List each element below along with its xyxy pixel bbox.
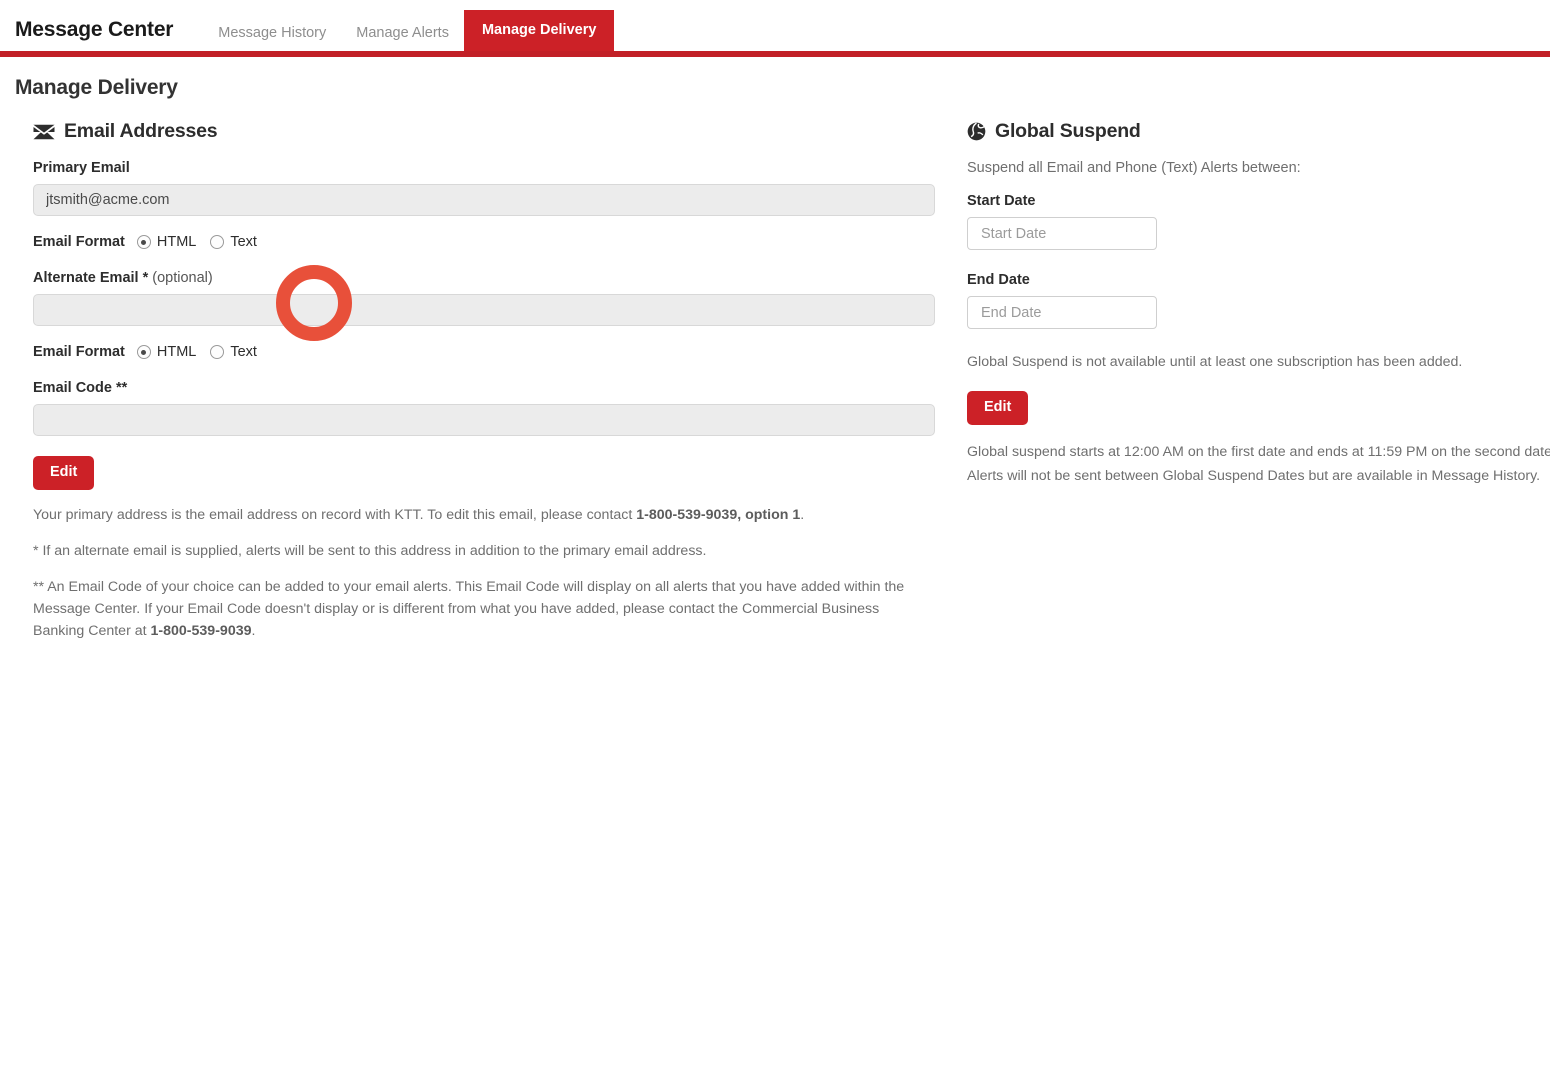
start-date-label: Start Date	[967, 193, 1550, 209]
email-format-row-primary: Email Format HTML Text	[33, 232, 938, 252]
radio-text-primary[interactable]: Text	[210, 234, 257, 250]
email-code-label: Email Code **	[33, 380, 938, 396]
email-code-note-phone: 1-800-539-9039	[151, 623, 252, 639]
header-accent-rule	[0, 51, 1550, 57]
radio-html-alternate[interactable]: HTML	[137, 344, 196, 360]
page-content: Manage Delivery Email Addresses Primary …	[0, 76, 1550, 100]
email-addresses-heading: Email Addresses	[33, 120, 938, 143]
tab-manage-delivery[interactable]: Manage Delivery	[464, 10, 614, 52]
primary-email-note-phone: 1-800-539-9039, option 1	[636, 507, 800, 523]
email-code-note-post: .	[251, 623, 255, 639]
radio-html-alternate-label: HTML	[157, 344, 196, 360]
page-title: Manage Delivery	[15, 76, 1550, 100]
email-edit-button[interactable]: Edit	[33, 456, 94, 490]
global-suspend-heading: Global Suspend	[967, 120, 1550, 143]
radio-text-alternate-indicator	[210, 345, 224, 359]
email-format-row-alternate: Email Format HTML Text	[33, 342, 938, 362]
email-format-label-alternate: Email Format	[33, 344, 125, 360]
primary-email-label: Primary Email	[33, 160, 938, 176]
global-suspend-note-line-2: Alerts will not be sent between Global S…	[967, 465, 1550, 487]
primary-email-note: Your primary address is the email addres…	[33, 504, 933, 526]
envelope-icon	[33, 124, 55, 140]
primary-email-input[interactable]	[33, 184, 935, 216]
alternate-email-label: Alternate Email * (optional)	[33, 270, 938, 286]
email-addresses-heading-text: Email Addresses	[64, 120, 217, 143]
radio-html-primary[interactable]: HTML	[137, 234, 196, 250]
end-date-input[interactable]	[967, 296, 1157, 329]
primary-email-note-post: .	[800, 507, 804, 523]
email-code-note: ** An Email Code of your choice can be a…	[33, 576, 933, 642]
global-suspend-note-line-1: Global suspend starts at 12:00 AM on the…	[967, 441, 1550, 463]
app-title: Message Center	[15, 18, 173, 51]
radio-text-alternate-label: Text	[230, 344, 257, 360]
email-addresses-panel: Email Addresses Primary Email Email Form…	[33, 120, 938, 656]
tab-manage-alerts[interactable]: Manage Alerts	[341, 26, 464, 52]
nav-tabs: Message History Manage Alerts Manage Del…	[203, 0, 614, 51]
start-date-input[interactable]	[967, 217, 1157, 250]
email-format-label-primary: Email Format	[33, 234, 125, 250]
email-code-input[interactable]	[33, 404, 935, 436]
radio-text-primary-indicator	[210, 235, 224, 249]
primary-email-note-pre: Your primary address is the email addres…	[33, 507, 636, 523]
radio-html-primary-label: HTML	[157, 234, 196, 250]
alternate-email-note: * If an alternate email is supplied, ale…	[33, 540, 933, 562]
alternate-email-label-optional: (optional)	[152, 270, 212, 286]
globe-icon	[967, 122, 986, 141]
global-suspend-unavailable-note: Global Suspend is not available until at…	[967, 351, 1550, 373]
alternate-email-label-main: Alternate Email *	[33, 270, 152, 286]
top-navigation-bar: Message Center Message History Manage Al…	[0, 0, 1550, 51]
radio-html-primary-indicator	[137, 235, 151, 249]
tab-message-history[interactable]: Message History	[203, 26, 341, 52]
global-suspend-edit-button[interactable]: Edit	[967, 391, 1028, 425]
end-date-label: End Date	[967, 272, 1550, 288]
global-suspend-panel: Global Suspend Suspend all Email and Pho…	[967, 120, 1550, 487]
global-suspend-heading-text: Global Suspend	[995, 120, 1141, 143]
alternate-email-input[interactable]	[33, 294, 935, 326]
radio-text-primary-label: Text	[230, 234, 257, 250]
radio-html-alternate-indicator	[137, 345, 151, 359]
radio-text-alternate[interactable]: Text	[210, 344, 257, 360]
global-suspend-description: Suspend all Email and Phone (Text) Alert…	[967, 160, 1550, 176]
